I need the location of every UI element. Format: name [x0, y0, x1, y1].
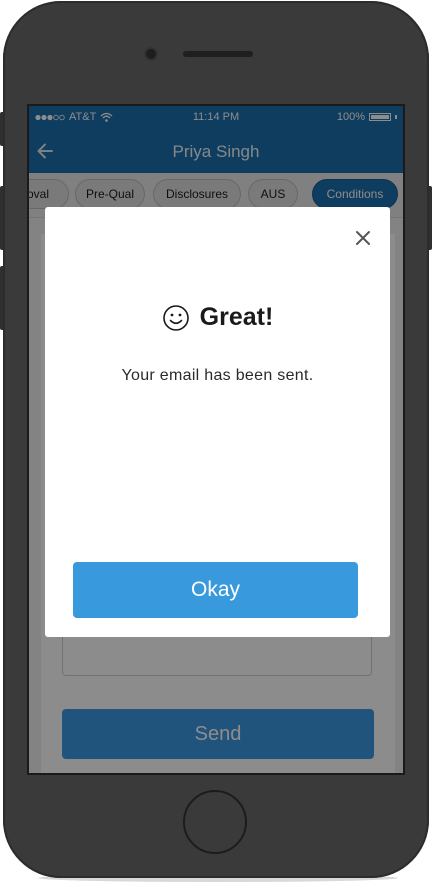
home-button[interactable]: [183, 790, 247, 854]
okay-button[interactable]: Okay: [73, 562, 358, 618]
close-icon[interactable]: [354, 229, 372, 247]
dialog-title: Great!: [199, 303, 274, 331]
dialog-message: Your email has been sent.: [121, 367, 314, 384]
dialog-heading: Great!: [45, 303, 390, 332]
earpiece-speaker: [183, 51, 253, 57]
smiley-icon: [162, 304, 189, 331]
success-dialog: Great! Your email has been sent. Okay: [45, 207, 390, 637]
app-screen: AT&T 11:14 PM 100% Priya Singh oval Pre-…: [27, 104, 405, 775]
front-camera: [146, 49, 156, 59]
